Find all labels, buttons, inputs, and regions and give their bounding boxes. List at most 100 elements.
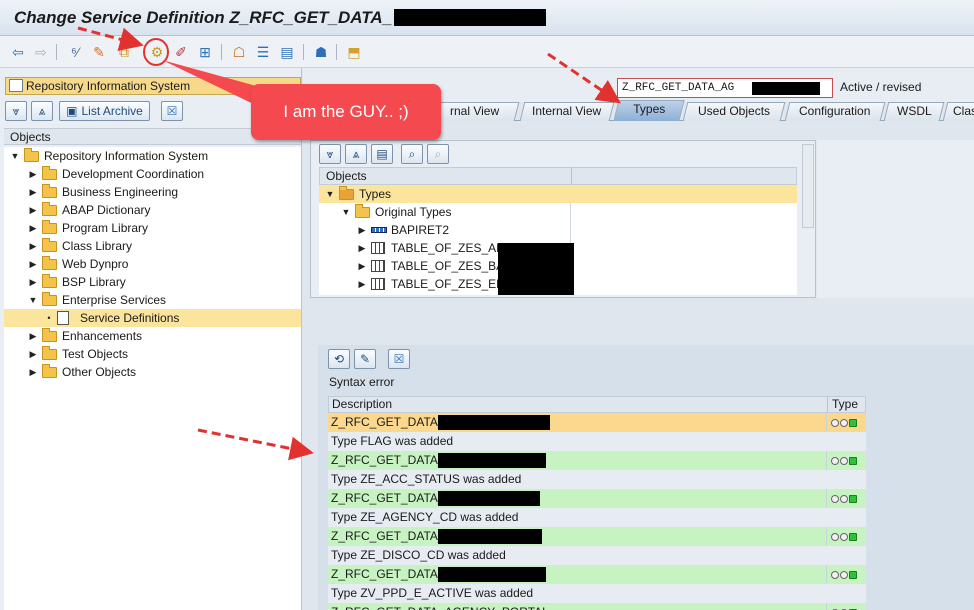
types-tree-label: BAPIRET2 <box>391 223 450 237</box>
collapse-icon[interactable]: ▼ <box>341 203 351 221</box>
toolbar-separator <box>336 44 337 60</box>
where-used-icon[interactable]: ⊞ <box>196 43 214 61</box>
check-icon[interactable]: ⚙ <box>148 43 166 61</box>
status-lights <box>826 527 866 546</box>
details-icon[interactable]: ▤ <box>371 144 393 164</box>
message-row[interactable]: Type ZE_DISCO_CD was added <box>328 546 866 565</box>
tree-node-label: Web Dynpro <box>62 257 129 271</box>
tab-label: rnal View <box>450 104 500 118</box>
other-object-icon[interactable]: ⁶⁄ <box>66 43 84 61</box>
display-object-list-icon[interactable]: ▤ <box>278 43 296 61</box>
help-icon[interactable]: ☗ <box>312 43 330 61</box>
list-archive-button[interactable]: ▣ List Archive <box>59 101 150 121</box>
expand-icon[interactable]: ▶ <box>28 255 38 273</box>
types-tree-label: Original Types <box>375 205 452 219</box>
tree-node[interactable]: • Service Definitions <box>4 309 301 327</box>
message-row[interactable]: Type ZV_PPD_E_ACTIVE was added <box>328 584 866 603</box>
expand-icon[interactable]: ▶ <box>357 275 367 293</box>
tree-node[interactable]: ▶ Web Dynpro <box>4 255 301 273</box>
navigation-window-icon[interactable]: ☰ <box>254 43 272 61</box>
expand-icon[interactable]: ▶ <box>357 239 367 257</box>
status-lights <box>826 489 866 508</box>
expand-icon[interactable]: ▶ <box>28 363 38 381</box>
navigate-icon[interactable]: ⟲ <box>328 349 350 369</box>
message-text: Z_RFC_GET_DATA_A <box>331 529 453 543</box>
collapse-all-button[interactable]: ⩓ <box>31 101 53 121</box>
close-icon[interactable]: ☒ <box>161 101 183 121</box>
tree-node[interactable]: ▼ Enterprise Services <box>4 291 301 309</box>
folder-icon <box>355 204 370 218</box>
edit-icon[interactable]: ✎ <box>354 349 376 369</box>
tab-types[interactable]: Types <box>613 100 685 121</box>
types-tree-label: Types <box>359 187 392 201</box>
object-list-icon[interactable]: ☖ <box>230 43 248 61</box>
test-icon[interactable]: ✐ <box>172 43 190 61</box>
tree-node[interactable]: ▶ Class Library <box>4 237 301 255</box>
close-icon[interactable]: ☒ <box>388 349 410 369</box>
collapse-icon[interactable]: ▼ <box>10 147 20 165</box>
message-row[interactable]: Type ZE_AGENCY_CD was added <box>328 508 866 527</box>
tree-node[interactable]: ▼ Repository Information System <box>4 147 301 165</box>
expand-icon[interactable]: ▶ <box>28 183 38 201</box>
tree-node[interactable]: ▶ Enhancements <box>4 327 301 345</box>
message-row[interactable]: Type FLAG was added <box>328 432 866 451</box>
expand-icon[interactable]: ▶ <box>28 219 38 237</box>
type-column-header: Type <box>827 397 858 412</box>
message-row[interactable]: Z_RFC_GET_DATA_ <box>328 451 866 470</box>
types-tree-node[interactable]: ▼ Types <box>319 185 797 203</box>
back-icon[interactable]: ⇦ <box>9 43 27 61</box>
collapse-icon[interactable]: ▼ <box>28 291 38 309</box>
types-tree-node[interactable]: ▶ BAPIRET2 <box>319 221 797 239</box>
message-row[interactable]: Type ZE_ACC_STATUS was added <box>328 470 866 489</box>
expand-icon[interactable]: ▶ <box>28 327 38 345</box>
expand-icon[interactable]: ⩔ <box>319 144 341 164</box>
message-text: Type FLAG was added <box>331 434 454 448</box>
tab-internal-view[interactable]: Internal View <box>519 102 615 121</box>
find-icon[interactable]: ⌕ <box>401 144 423 164</box>
tree-node[interactable]: ▶ Business Engineering <box>4 183 301 201</box>
tab-used-objects[interactable]: Used Objects <box>682 102 786 121</box>
message-row[interactable]: Z_RFC_GET_DATA_A <box>328 413 866 432</box>
tree-node[interactable]: ▶ Test Objects <box>4 345 301 363</box>
redacted-block <box>438 567 546 582</box>
expand-all-button[interactable]: ⩔ <box>5 101 27 121</box>
expand-icon[interactable]: ▶ <box>357 221 367 239</box>
expand-icon[interactable]: ▶ <box>28 345 38 363</box>
light-off-icon <box>831 533 839 541</box>
tab-configuration[interactable]: Configuration <box>784 102 886 121</box>
tab-wsdl[interactable]: WSDL <box>883 102 945 121</box>
message-row[interactable]: Z_RFC_GET_DATA_ <box>328 489 866 508</box>
expand-icon[interactable]: ▶ <box>357 257 367 275</box>
forward-icon[interactable]: ⇨ <box>32 43 50 61</box>
toggle-display-change-icon[interactable]: ✎ <box>90 43 108 61</box>
find-next-icon[interactable]: ⌕ <box>427 144 449 164</box>
activate-icon[interactable]: ⧉ <box>115 43 133 61</box>
local-objects-icon[interactable]: ⬒ <box>345 43 363 61</box>
tree-node-label: Enterprise Services <box>62 293 167 307</box>
tree-node[interactable]: ▶ ABAP Dictionary <box>4 201 301 219</box>
tree-node[interactable]: ▶ Program Library <box>4 219 301 237</box>
expand-icon[interactable]: ▶ <box>28 165 38 183</box>
tree-node[interactable]: ▶ BSP Library <box>4 273 301 291</box>
expand-icon[interactable]: ▶ <box>28 201 38 219</box>
message-row[interactable]: Z_RFC_GET_DATA_AGENCY_PORTAL <box>328 603 866 610</box>
folder-icon <box>42 256 57 270</box>
tab-rnal-view[interactable]: rnal View <box>430 102 520 121</box>
collapse-icon[interactable]: ▼ <box>325 185 335 203</box>
tree-node-label: ABAP Dictionary <box>62 203 151 217</box>
message-row[interactable]: Z_RFC_GET_DATA_A <box>328 527 866 546</box>
types-tree-node[interactable]: ▼ Original Types <box>319 203 797 221</box>
object-name-field[interactable]: Z_RFC_GET_DATA_AG <box>617 78 833 98</box>
tab-clas[interactable]: Clas <box>942 102 974 121</box>
tree-node[interactable]: ▶ Development Coordination <box>4 165 301 183</box>
expand-icon[interactable]: ▶ <box>28 237 38 255</box>
collapse-icon[interactable]: ⩓ <box>345 144 367 164</box>
folder-icon <box>42 274 57 288</box>
light-off-icon <box>840 419 848 427</box>
types-tree-label: TABLE_OF_ZES_BA <box>391 259 505 273</box>
types-scrollbar[interactable] <box>802 144 814 228</box>
tree-node[interactable]: ▶ Other Objects <box>4 363 301 381</box>
message-row[interactable]: Z_RFC_GET_DATA_ <box>328 565 866 584</box>
expand-icon[interactable]: ▶ <box>28 273 38 291</box>
light-off-icon <box>831 571 839 579</box>
